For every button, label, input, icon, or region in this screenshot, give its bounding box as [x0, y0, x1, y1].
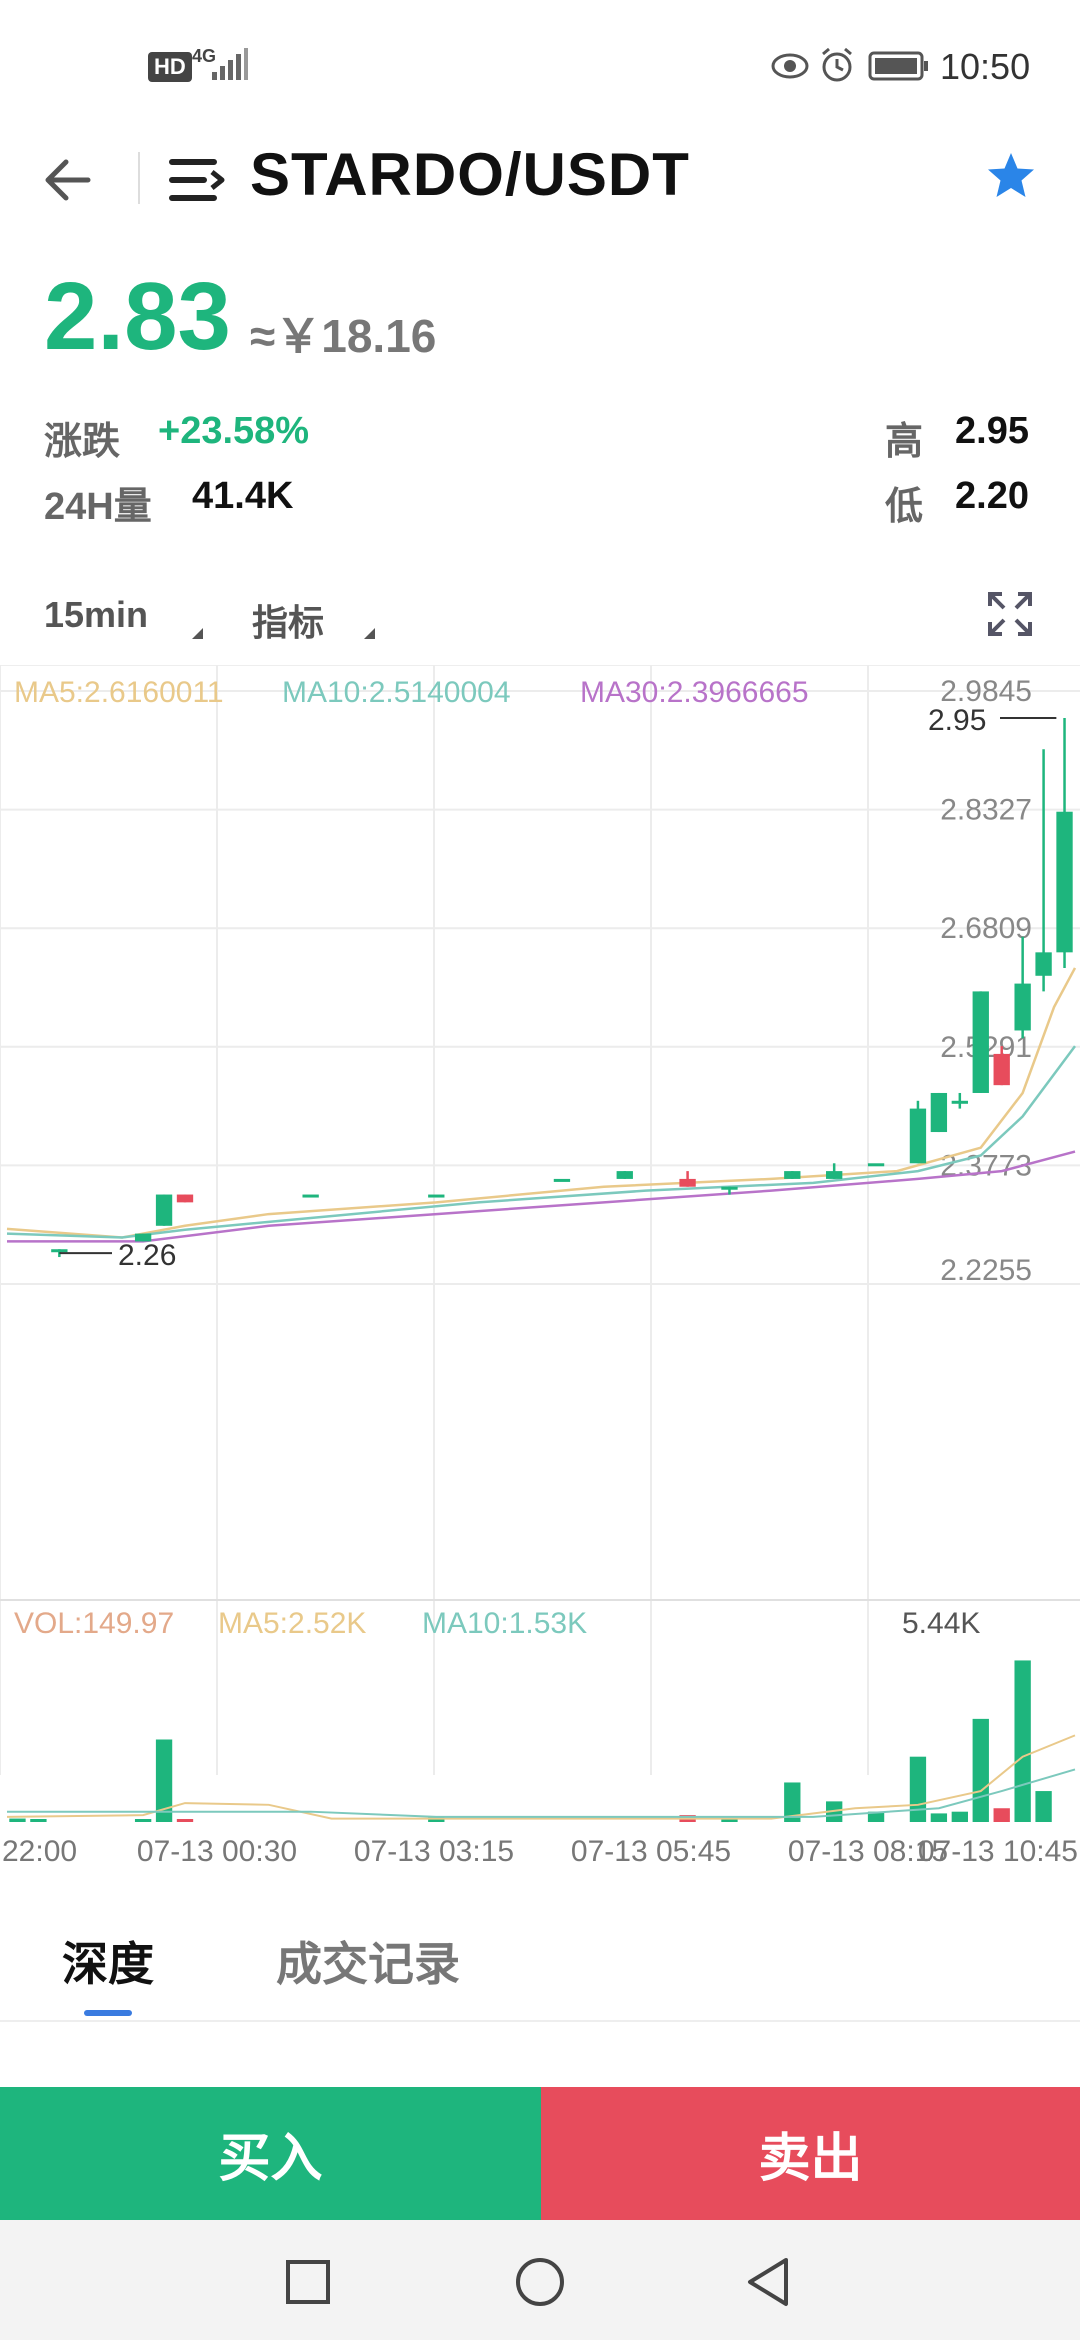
candle-body	[553, 1178, 571, 1182]
x-tick-label: 07-13 03:15	[354, 1835, 514, 1865]
volume-bar	[930, 1813, 948, 1822]
ma30-label: MA30:2.3966665	[580, 676, 809, 709]
system-nav-bar	[0, 2220, 1080, 2340]
ma5-label: MA5:2.6160011	[14, 676, 224, 709]
high-marker-label: 2.95	[928, 704, 986, 737]
low-value: 2.20	[955, 475, 1029, 517]
volume-bars	[6, 1660, 1076, 1822]
battery-icon	[868, 51, 928, 81]
high-value: 2.95	[955, 410, 1029, 452]
low-label: 低	[885, 486, 924, 528]
candle-body	[951, 1100, 968, 1104]
status-bar: HD 4G 10:50	[0, 0, 1080, 130]
volume-bar	[9, 1818, 26, 1822]
change-label: 涨跌	[44, 421, 121, 463]
candle-body	[302, 1194, 319, 1198]
interval-dropdown-icon	[192, 628, 203, 639]
candle-body	[721, 1186, 738, 1190]
x-tick-label: 22:00	[2, 1835, 77, 1865]
eye-icon	[771, 53, 809, 79]
x-tick-label: 07-13 05:45	[571, 1835, 731, 1865]
candle-body	[784, 1171, 801, 1179]
indicator-select[interactable]: 指标	[252, 594, 324, 646]
clock: 10:50	[940, 46, 1031, 87]
volume-value: 41.4K	[192, 475, 294, 517]
candle-body	[1035, 952, 1052, 976]
vol-label: VOL:149.97	[14, 1607, 174, 1640]
indicator-dropdown-icon	[364, 628, 375, 639]
candle-body	[428, 1194, 445, 1198]
hd-badge: HD	[148, 52, 192, 82]
volume-legend: VOL:149.97 MA5:2.52K MA10:1.53K 5.44K	[14, 1607, 980, 1640]
x-tick-label: 07-13 10:45	[918, 1835, 1078, 1865]
buy-button[interactable]: 买入	[0, 2087, 541, 2220]
volume-bar	[30, 1819, 47, 1822]
header-divider	[138, 152, 140, 204]
signal-icon	[212, 48, 248, 80]
star-icon[interactable]	[985, 150, 1037, 202]
menu-icon[interactable]	[168, 152, 228, 208]
candle-body	[972, 991, 989, 1093]
vol-max-label: 5.44K	[902, 1607, 980, 1640]
ma10-label: MA10:2.5140004	[282, 676, 511, 709]
volume-bar	[1014, 1660, 1031, 1822]
ma-legend: MA5:2.6160011 MA10:2.5140004 MA30:2.3966…	[14, 676, 809, 709]
y-axis-ticks: 2.98452.83272.68092.52912.37732.2255	[940, 675, 1032, 1287]
pair-title[interactable]: STARDO/USDT	[250, 140, 690, 209]
candle-body	[867, 1163, 885, 1167]
candle-body	[909, 1108, 927, 1164]
x-axis-ticks: 22:00 07-13 00:30 07-13 03:15 07-13 05:45 07…	[2, 1835, 1078, 1865]
cny-price: ≈￥18.16	[250, 310, 437, 362]
vol-ma10-label: MA10:1.53K	[422, 1607, 587, 1640]
x-tick-label: 07-13 00:30	[137, 1835, 297, 1865]
fullscreen-icon[interactable]	[986, 590, 1034, 638]
triangle-back-nav-icon[interactable]	[744, 2256, 794, 2308]
circle-nav-icon[interactable]	[514, 2256, 566, 2308]
alarm-icon	[822, 47, 852, 82]
low-marker-label: 2.26	[118, 1239, 176, 1272]
kline-chart[interactable]: MA5:2.6160011 MA10:2.5140004 MA30:2.3966…	[0, 665, 1080, 1865]
y-tick-label: 2.2255	[940, 1254, 1032, 1287]
tab-indicator	[84, 2010, 132, 2016]
candle-body	[993, 1053, 1010, 1086]
candle-body	[1056, 811, 1073, 953]
volume-bar	[909, 1756, 927, 1822]
tab-trades[interactable]: 成交记录	[276, 1928, 460, 1994]
tab-depth[interactable]: 深度	[62, 1928, 154, 1994]
candle-body	[930, 1092, 948, 1133]
y-tick-label: 2.6809	[940, 912, 1032, 945]
back-arrow-icon[interactable]	[38, 150, 98, 210]
interval-select[interactable]: 15min	[44, 594, 148, 636]
volume-label: 24H量	[44, 486, 152, 528]
volume-bar	[1035, 1791, 1052, 1822]
vol-ma5-label: MA5:2.52K	[218, 1607, 366, 1640]
volume-bar	[134, 1819, 152, 1822]
change-value: +23.58%	[158, 410, 310, 452]
square-nav-icon[interactable]	[284, 2258, 332, 2306]
candle-body	[51, 1249, 68, 1253]
sell-button[interactable]: 卖出	[541, 2087, 1080, 2220]
y-tick-label: 2.8327	[940, 794, 1032, 827]
last-price: 2.83	[44, 263, 231, 370]
volume-bar	[972, 1718, 989, 1822]
tabs-divider	[0, 2020, 1080, 2022]
extreme-markers: 2.95 2.26	[59, 704, 1057, 1272]
candle-body	[826, 1171, 843, 1179]
candles	[51, 717, 1073, 1258]
candle-body	[155, 1194, 173, 1226]
volume-bar	[176, 1819, 194, 1822]
candle-body	[176, 1194, 194, 1203]
volume-bar	[993, 1808, 1010, 1822]
candle-body	[616, 1171, 633, 1179]
candle-body	[1014, 983, 1031, 1031]
candle-body	[679, 1178, 696, 1187]
high-label: 高	[885, 421, 924, 463]
volume-bar	[951, 1811, 968, 1822]
